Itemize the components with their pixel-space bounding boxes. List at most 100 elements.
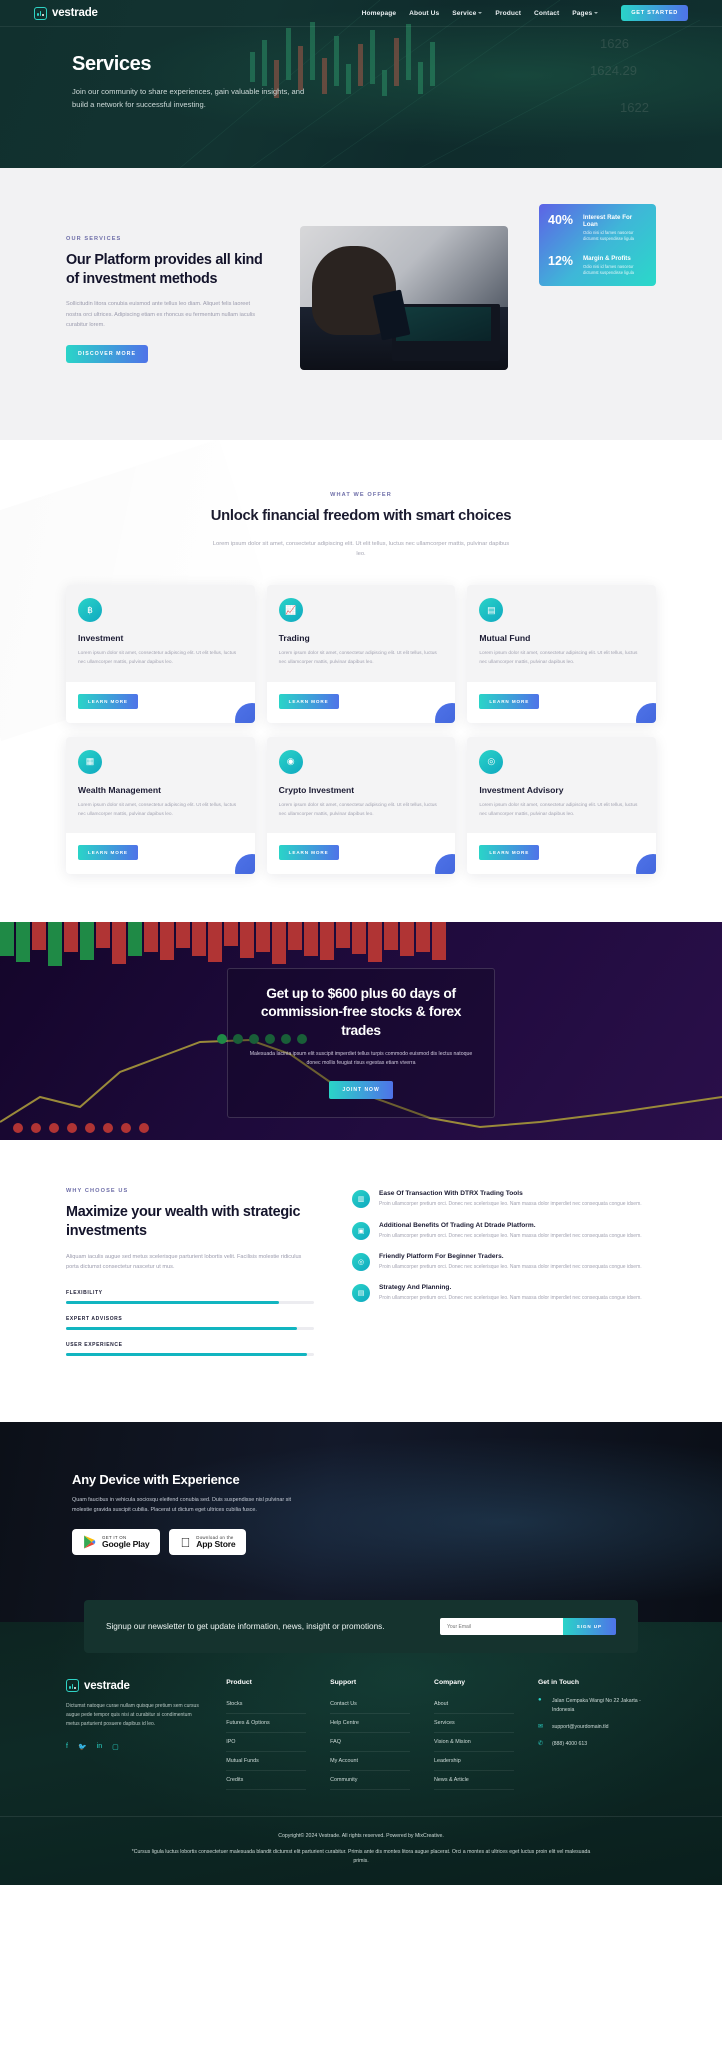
nav-item-homepage[interactable]: Homepage [362,10,397,17]
feature-title: Additional Benefits Of Trading At Dtrade… [379,1221,536,1229]
feature-title: Strategy And Planning. [379,1284,452,1292]
google-play-icon [84,1535,96,1549]
hero-copy: Services Join our community to share exp… [0,27,330,111]
facebook-icon[interactable]: f [66,1743,68,1751]
skill-bar-flexibility: FLEXIBILITY [66,1290,314,1305]
card-body: Lorem ipsum dolor sit amet, consectetur … [278,802,437,817]
why-body: Aliquam iaculis augue sed metus sceleris… [66,1253,302,1271]
newsletter-card: Signup our newsletter to get update info… [84,1600,638,1654]
social-links: f 🐦 in ▢ [66,1743,202,1751]
footer-link[interactable]: News & Article [434,1771,514,1791]
briefcase-icon: ▦ [78,749,102,774]
stat-item: 40% Interest Rate For Loan Odio nisi id … [548,214,647,243]
why-title: Maximize your wealth with strategic inve… [66,1204,301,1239]
clipboard-icon: ▤ [352,1284,370,1303]
footer-link[interactable]: FAQ [330,1733,411,1753]
sign-up-button[interactable]: SIGN UP [562,1618,616,1636]
store-badges: GET IT ON Google Play  Download on the … [72,1529,330,1556]
learn-more-button[interactable]: LEARN MORE [278,693,339,709]
linkedin-icon[interactable]: in [97,1743,102,1751]
app-store-badge[interactable]:  Download on the App Store [169,1529,247,1556]
feature-item: ◎ Friendly Platform For Beginner Traders… [352,1253,656,1272]
stat-title: Margin & Profits [583,254,631,262]
footer-column-product: Product Stocks Futures & Options IPO Mut… [226,1679,307,1791]
footer-copyright-area: Copyright© 2024 Vestrade. All rights res… [0,1816,722,1885]
brand-logo[interactable]: vestrade [34,6,98,20]
learn-more-button[interactable]: LEARN MORE [278,845,339,861]
footer-link[interactable]: IPO [226,1733,307,1753]
stat-value: 40% [548,213,574,227]
landing-page: 1626 1624.29 1622 vestrade Homepage Abou… [0,0,722,1885]
newsletter-form: SIGN UP [440,1618,616,1636]
stat-title: Interest Rate For Loan [583,214,633,228]
footer-brand-logo[interactable]: vestrade [66,1679,202,1693]
footer-link[interactable]: Stocks [226,1695,307,1715]
platform-media: 40% Interest Rate For Loan Odio nisi id … [300,204,656,370]
card-title: Crypto Investment [278,784,355,795]
contact-phone[interactable]: ✆ (888) 4000 613 [538,1740,656,1748]
contact-email[interactable]: ✉ support@yourdomain.tld [538,1723,656,1731]
bar-fill [66,1327,297,1331]
learn-more-button[interactable]: LEARN MORE [479,693,540,709]
footer-column-company: Company About Services Vision & Mision L… [434,1679,514,1791]
service-card[interactable]: ▦ Wealth Management Lorem ipsum dolor si… [66,736,255,875]
learn-more-button[interactable]: LEARN MORE [78,693,138,709]
email-input[interactable] [440,1618,563,1636]
joint-now-button[interactable]: JOINT NOW [329,1080,393,1099]
stat-item: 12% Margin & Profits Odio nisi id fames … [548,255,647,277]
discover-more-button[interactable]: DISCOVER MORE [66,345,149,364]
footer-link[interactable]: Community [330,1771,411,1791]
footer-link[interactable]: Futures & Options [226,1714,307,1734]
service-card[interactable]: 📈 Trading Lorem ipsum dolor sit amet, co… [266,585,456,723]
twitter-icon[interactable]: 🐦 [78,1743,87,1751]
footer-link[interactable]: About [434,1695,514,1715]
footer-column-heading: Company [434,1679,465,1687]
learn-more-button[interactable]: LEARN MORE [479,845,540,861]
nav-label: Pages [572,9,593,17]
platform-photo [300,226,508,370]
footer-link[interactable]: Services [434,1714,514,1734]
footer-column-heading: Support [330,1679,357,1687]
nav-item-pages[interactable]: Pages [572,9,599,17]
nav-item-about-us[interactable]: About Us [409,10,439,17]
footer-link[interactable]: Credits [226,1771,307,1791]
promo-section: Get up to $600 plus 60 days of commissio… [0,922,722,1141]
footer-link[interactable]: Mutual Funds [226,1752,307,1772]
service-card[interactable]: ฿ Investment Lorem ipsum dolor sit amet,… [66,585,255,723]
card-body: Lorem ipsum dolor sit amet, consectetur … [78,651,237,666]
service-card[interactable]: ▤ Mutual Fund Lorem ipsum dolor sit amet… [467,585,656,723]
bitcoin-icon: ฿ [78,598,102,623]
card-title: Trading [278,633,310,644]
badge-large-text: App Store [186,1539,235,1550]
footer-link[interactable]: Help Centre [330,1714,411,1734]
line-chart-icon: 📈 [278,598,303,623]
contact-text: support@yourdomain.tld [551,1724,609,1730]
location-pin-icon: ● [537,1697,542,1704]
google-play-badge[interactable]: GET IT ON Google Play [72,1529,161,1556]
nav-item-service[interactable]: Service [452,10,483,17]
why-eyebrow: WHY CHOOSE US [66,1188,129,1195]
nav-item-contact[interactable]: Contact [534,10,559,17]
bar-track [66,1327,314,1331]
nav-item-product[interactable]: Product [495,10,521,17]
feature-body: Proin ullamcorper pretium orci. Donec ne… [379,1201,642,1208]
skill-bars: FLEXIBILITY EXPERT ADVISORS USER EXPERIE… [66,1290,314,1357]
bar-fill [66,1353,307,1357]
footer-link[interactable]: Vision & Mision [434,1733,514,1753]
service-card[interactable]: ◉ Crypto Investment Lorem ipsum dolor si… [266,736,456,875]
footer-link[interactable]: My Account [330,1752,411,1772]
card-title: Investment [78,633,124,644]
get-started-button[interactable]: GET STARTED [621,5,688,21]
service-card[interactable]: ◎ Investment Advisory Lorem ipsum dolor … [467,736,656,875]
device-title: Any Device with Experience [72,1472,240,1488]
disclaimer-text: *Cursus ligula luctus lobortis consectet… [131,1849,591,1864]
instagram-icon[interactable]: ▢ [112,1743,119,1751]
feature-body: Proin ullamcorper pretium orci. Donec ne… [379,1264,642,1271]
footer-link[interactable]: Contact Us [330,1695,411,1715]
learn-more-button[interactable]: LEARN MORE [78,845,138,861]
mail-icon: ✉ [537,1724,543,1730]
footer-link[interactable]: Leadership [434,1752,514,1772]
chevron-down-icon [478,12,483,14]
card-corner-decoration [636,854,656,875]
hero-subtitle: Join our community to share experiences,… [72,87,305,110]
